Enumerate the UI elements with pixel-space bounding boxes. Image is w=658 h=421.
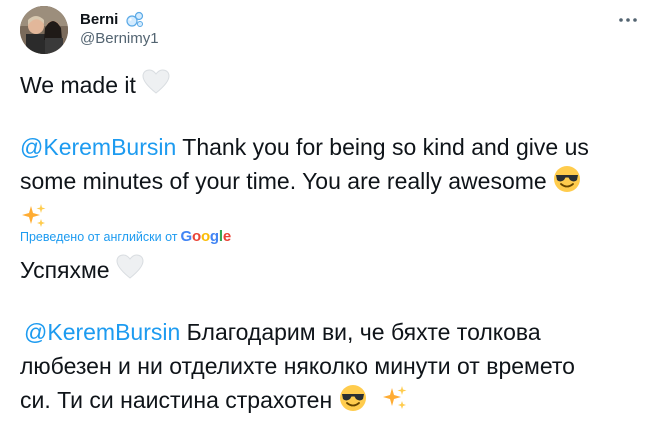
white-heart-icon — [116, 254, 144, 289]
author-name-row: Berni — [80, 10, 144, 28]
translated-text-segment: Успяхме — [20, 257, 116, 283]
translated-text-segment: си. Ти си наистина страхотен — [20, 387, 339, 414]
tweet-line-3: some minutes of your time. You are reall… — [20, 164, 650, 201]
more-options-icon[interactable] — [616, 8, 640, 32]
tweet-line-1: We made it — [20, 68, 650, 104]
translated-by-label[interactable]: Преведено от английски от Google — [20, 228, 231, 245]
tweet-translated-text: Успяхме @KeremBursin Благодарим ви, че б… — [20, 253, 650, 421]
tweet-text-segment: Thank you for being so kind and give us — [176, 134, 589, 161]
smiling-face-with-sunglasses-icon — [553, 165, 581, 202]
tweet-line-2: @KeremBursin Thank you for being so kind… — [20, 130, 650, 164]
author-handle[interactable]: @Bernimy1 — [80, 30, 159, 47]
tweet-original-text: We made it @KeremBursin Thank you for be… — [20, 68, 650, 239]
smiling-face-with-sunglasses-icon — [339, 384, 367, 421]
translated-text-segment: любезен и ни отделихте няколко минути от… — [20, 353, 575, 380]
mention-link[interactable]: @KeremBursin — [20, 134, 176, 160]
author-display-name[interactable]: Berni — [80, 11, 118, 28]
translated-by-text: Преведено от английски от — [20, 229, 178, 244]
translated-line-1: Успяхме — [20, 253, 650, 289]
mention-link[interactable]: @KeremBursin — [24, 319, 180, 345]
tweet-text-segment: We made it — [20, 72, 143, 98]
translated-line-2: @KeremBursin Благодарим ви, че бяхте тол… — [20, 315, 650, 349]
google-logo: Google — [180, 228, 232, 245]
translated-text-segment: Благодарим ви, че бяхте толкова — [180, 319, 541, 346]
translated-line-4: си. Ти си наистина страхотен — [20, 383, 650, 420]
tweet-header: Berni @Bernimy1 — [20, 6, 648, 54]
sparkles-icon — [381, 384, 409, 421]
bubbles-icon — [126, 10, 144, 28]
translated-line-3: любезен и ни отделихте няколко минути от… — [20, 349, 650, 383]
tweet-text-segment: some minutes of your time. You are reall… — [20, 168, 554, 195]
white-heart-icon — [142, 69, 170, 104]
avatar[interactable] — [20, 6, 68, 54]
